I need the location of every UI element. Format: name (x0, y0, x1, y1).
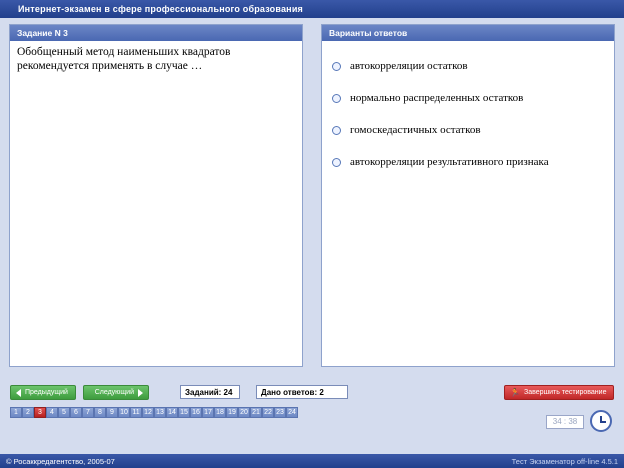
task-number-button[interactable]: 6 (70, 407, 82, 418)
task-number-button[interactable]: 17 (202, 407, 214, 418)
task-number-button[interactable]: 1 (10, 407, 22, 418)
answer-label: автокорреляции остатков (350, 60, 468, 72)
task-number-button[interactable]: 10 (118, 407, 130, 418)
answer-option[interactable]: гомоскедастичных остатков (322, 114, 614, 146)
task-number-button[interactable]: 18 (214, 407, 226, 418)
answer-label: гомоскедастичных остатков (350, 124, 481, 136)
task-number-button[interactable]: 2 (22, 407, 34, 418)
task-number-button[interactable]: 7 (82, 407, 94, 418)
arrow-right-icon (138, 388, 143, 397)
answers-panel-header: Варианты ответов (322, 25, 614, 41)
footer: © Росаккредагентство, 2005-07 Тест Экзам… (0, 454, 624, 468)
app-title: Интернет-экзамен в сфере профессионально… (0, 0, 624, 18)
next-button[interactable]: Следующий (83, 385, 149, 400)
task-number-button[interactable]: 23 (274, 407, 286, 418)
answer-label: автокорреляции результативного признака (350, 156, 549, 168)
task-number-button[interactable]: 16 (190, 407, 202, 418)
task-number-button[interactable]: 19 (226, 407, 238, 418)
clock-icon (590, 410, 612, 432)
task-number-button[interactable]: 20 (238, 407, 250, 418)
footer-copyright: © Росаккредагентство, 2005-07 (6, 457, 115, 466)
radio-button[interactable] (332, 93, 341, 103)
answer-option[interactable]: нормально распределенных остатков (322, 82, 614, 114)
question-panel-header: Задание N 3 (10, 25, 302, 41)
next-button-label: Следующий (94, 389, 134, 396)
task-number-button[interactable]: 4 (46, 407, 58, 418)
running-man-icon: 🏃 (510, 388, 520, 397)
answer-list: автокорреляции остатков нормально распре… (322, 41, 614, 178)
task-number-button[interactable]: 24 (286, 407, 298, 418)
task-number-button[interactable]: 15 (178, 407, 190, 418)
radio-button[interactable] (332, 157, 341, 167)
task-number-button[interactable]: 22 (262, 407, 274, 418)
total-tasks-counter: Заданий: 24 (180, 385, 240, 399)
question-panel: Задание N 3 Обобщенный метод наименьших … (9, 24, 303, 367)
finish-test-button[interactable]: 🏃 Завершить тестирование (504, 385, 614, 400)
task-number-button[interactable]: 13 (154, 407, 166, 418)
previous-button[interactable]: Предыдущий (10, 385, 76, 400)
task-number-bar: 1 2 3 4 5 6 7 8 9 10 11 12 13 14 15 16 17 18 19 20 21 22 23 24 (10, 407, 298, 418)
task-number-button[interactable]: 8 (94, 407, 106, 418)
radio-button[interactable] (332, 125, 341, 135)
footer-version: Тест Экзаменатор off-line 4.5.1 (511, 457, 618, 466)
task-number-button[interactable]: 5 (58, 407, 70, 418)
answer-option[interactable]: автокорреляции остатков (322, 50, 614, 82)
task-number-button[interactable]: 21 (250, 407, 262, 418)
answer-option[interactable]: автокорреляции результативного признака (322, 146, 614, 178)
task-number-button[interactable]: 9 (106, 407, 118, 418)
previous-button-label: Предыдущий (25, 389, 68, 396)
question-text: Обобщенный метод наименьших квадратов ре… (17, 46, 231, 72)
finish-test-label: Завершить тестирование (523, 389, 607, 396)
answer-label: нормально распределенных остатков (350, 92, 524, 104)
task-number-button[interactable]: 3 (34, 407, 46, 418)
radio-button[interactable] (332, 61, 341, 71)
answers-given-counter: Дано ответов: 2 (256, 385, 348, 399)
task-number-button[interactable]: 14 (166, 407, 178, 418)
timer-display: 34 : 38 (546, 415, 584, 429)
answers-panel: Варианты ответов автокорреляции остатков… (321, 24, 615, 367)
arrow-left-icon (16, 388, 21, 397)
task-number-button[interactable]: 12 (142, 407, 154, 418)
task-number-button[interactable]: 11 (130, 407, 142, 418)
